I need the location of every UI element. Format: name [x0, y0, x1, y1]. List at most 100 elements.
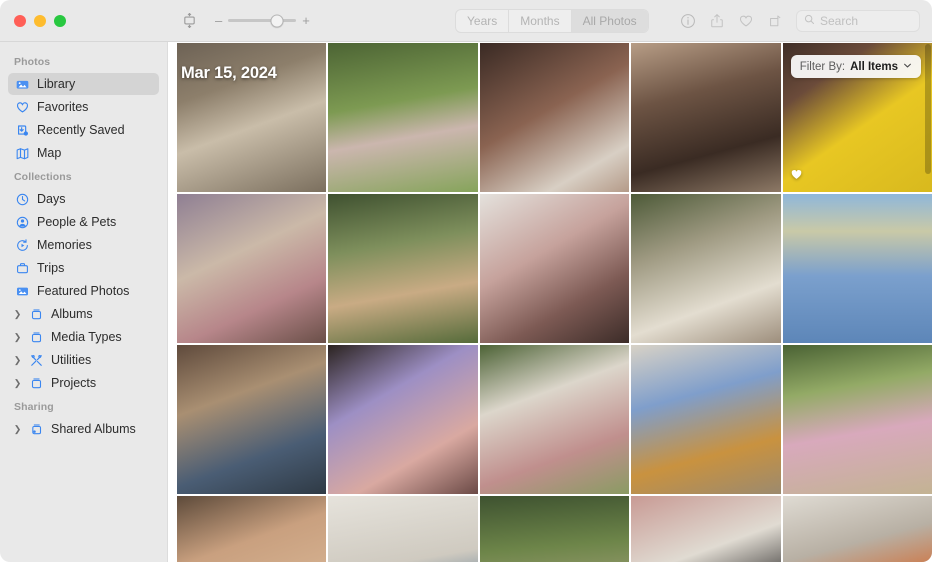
sidebar-item-label: Trips	[37, 261, 65, 275]
sidebar-item-label: Featured Photos	[37, 284, 130, 298]
photo-grid-area: Mar 15, 2024 Filter By: All Items	[168, 42, 932, 562]
photo-thumbnail[interactable]	[328, 194, 478, 343]
info-icon[interactable]	[680, 13, 696, 29]
vertical-scrollbar[interactable]	[925, 44, 931, 174]
chevron-right-icon[interactable]: ❯	[12, 332, 23, 343]
tab-all-photos[interactable]: All Photos	[571, 9, 648, 32]
chevron-right-icon[interactable]: ❯	[12, 424, 23, 435]
photo-image	[782, 345, 932, 494]
photo-thumbnail[interactable]	[479, 345, 630, 494]
photo-thumbnail[interactable]	[782, 496, 932, 562]
sidebar-item-memories[interactable]: Memories	[8, 234, 159, 256]
heart-icon[interactable]	[738, 13, 754, 29]
photo-image	[782, 496, 932, 562]
sidebar-item-people-and-pets[interactable]: People & Pets	[8, 211, 159, 233]
photo-image	[631, 194, 781, 343]
sidebar-item-label: Shared Albums	[51, 422, 136, 436]
filter-by-button[interactable]: Filter By: All Items	[790, 55, 921, 78]
sidebar-item-utilities[interactable]: ❯ Utilities	[8, 349, 159, 371]
photo-image	[328, 345, 478, 494]
minimize-window-button[interactable]	[34, 14, 46, 27]
sidebar-item-label: Albums	[51, 307, 93, 321]
photo-thumbnail[interactable]	[479, 43, 630, 192]
sidebar-item-favorites[interactable]: Favorites	[8, 96, 159, 118]
sidebar-item-label: Media Types	[51, 330, 122, 344]
photo-thumbnail[interactable]	[177, 194, 327, 343]
rotate-icon[interactable]	[767, 13, 783, 29]
sidebar-item-label: People & Pets	[37, 215, 117, 229]
search-input[interactable]: Search	[796, 9, 920, 32]
person-circle-icon	[14, 214, 30, 230]
traffic-lights	[0, 14, 168, 27]
sidebar-item-albums[interactable]: ❯ Albums	[8, 303, 159, 325]
zoom-in-label[interactable]: +	[302, 14, 310, 27]
photo-thumbnail[interactable]	[782, 194, 932, 343]
photo-thumbnail[interactable]	[479, 496, 630, 562]
view-mode-segmented-control: Years Months All Photos	[455, 8, 649, 33]
photo-grid	[168, 42, 932, 562]
album-icon	[28, 329, 44, 345]
photo-thumbnail[interactable]	[631, 496, 781, 562]
search-icon	[804, 12, 815, 30]
maximize-window-button[interactable]	[54, 14, 66, 27]
zoom-slider-track[interactable]	[228, 14, 297, 27]
sidebar-item-label: Library	[37, 77, 76, 91]
sidebar-item-label: Memories	[37, 238, 92, 252]
sidebar-item-label: Favorites	[37, 100, 89, 114]
photo-image	[328, 496, 478, 562]
suitcase-icon	[14, 260, 30, 276]
tab-months[interactable]: Months	[509, 9, 572, 32]
utilities-icon	[28, 352, 44, 368]
toolbar: – + Years Months All Photos Search	[0, 0, 932, 42]
sidebar-item-recently-saved[interactable]: Recently Saved	[8, 119, 159, 141]
photo-thumbnail[interactable]	[782, 345, 932, 494]
sidebar-item-library[interactable]: Library	[8, 73, 159, 95]
zoom-slider[interactable]: – +	[215, 14, 310, 27]
photo-thumbnail[interactable]	[631, 43, 781, 192]
sidebar-section-photos: Photos	[14, 56, 51, 68]
photo-thumbnail[interactable]	[328, 345, 478, 494]
featured-photo-icon	[14, 283, 30, 299]
album-icon	[28, 306, 44, 322]
photo-image	[631, 345, 781, 494]
sidebar-item-label: Days	[37, 192, 66, 206]
close-window-button[interactable]	[14, 14, 26, 27]
memories-icon	[14, 237, 30, 253]
sidebar-item-trips[interactable]: Trips	[8, 257, 159, 279]
map-icon	[14, 145, 30, 161]
zoom-slider-knob[interactable]	[270, 14, 284, 27]
sidebar: Photos Library Favorites Recently Saved …	[0, 42, 168, 562]
chevron-right-icon[interactable]: ❯	[12, 355, 23, 366]
search-placeholder: Search	[820, 13, 859, 28]
heart-icon	[14, 99, 30, 115]
album-icon	[28, 375, 44, 391]
sidebar-item-days[interactable]: Days	[8, 188, 159, 210]
sidebar-item-projects[interactable]: ❯ Projects	[8, 372, 159, 394]
sidebar-section-sharing: Sharing	[14, 401, 54, 413]
photo-thumbnail[interactable]	[328, 496, 478, 562]
photo-image	[328, 194, 478, 343]
aspect-ratio-icon[interactable]	[181, 12, 198, 29]
photo-image	[177, 43, 327, 192]
photo-thumbnail[interactable]	[177, 496, 327, 562]
photo-image	[479, 345, 630, 494]
share-icon[interactable]	[709, 13, 725, 29]
photo-thumbnail[interactable]	[328, 43, 478, 192]
chevron-right-icon[interactable]: ❯	[12, 309, 23, 320]
sidebar-item-media-types[interactable]: ❯ Media Types	[8, 326, 159, 348]
photo-thumbnail[interactable]	[177, 345, 327, 494]
photo-thumbnail[interactable]	[177, 43, 327, 192]
photo-thumbnail[interactable]	[631, 194, 781, 343]
photo-image	[479, 194, 630, 343]
tab-years[interactable]: Years	[456, 9, 510, 32]
toolbar-right-group: Search	[680, 9, 920, 32]
chevron-right-icon[interactable]: ❯	[12, 378, 23, 389]
photos-library-icon	[14, 76, 30, 92]
sidebar-item-featured-photos[interactable]: Featured Photos	[8, 280, 159, 302]
sidebar-item-map[interactable]: Map	[8, 142, 159, 164]
sidebar-item-shared-albums[interactable]: ❯ Shared Albums	[8, 418, 159, 440]
photo-thumbnail[interactable]	[631, 345, 781, 494]
photo-image	[479, 43, 630, 192]
zoom-out-label[interactable]: –	[215, 14, 222, 27]
photo-thumbnail[interactable]	[479, 194, 630, 343]
